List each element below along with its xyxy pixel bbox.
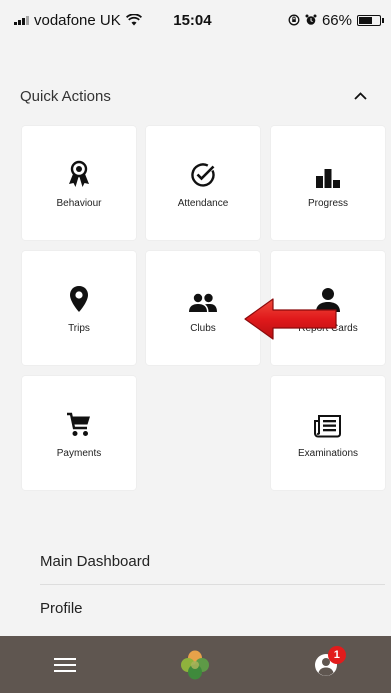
battery-icon xyxy=(357,14,384,26)
clover-logo-icon xyxy=(181,650,210,679)
notification-badge: 1 xyxy=(327,646,346,664)
tile-label: Attendance xyxy=(177,197,229,209)
award-icon xyxy=(67,158,91,188)
section-title: Quick Actions xyxy=(20,87,111,105)
tile-trips[interactable]: Trips xyxy=(22,251,136,365)
chevron-up-icon[interactable] xyxy=(353,89,367,103)
signal-icon xyxy=(14,15,29,25)
wifi-icon xyxy=(125,14,142,26)
bottom-nav-bar: 1 xyxy=(0,636,391,693)
carrier-name: vodafone UK xyxy=(34,11,121,29)
quick-actions-header[interactable]: Quick Actions xyxy=(0,78,391,114)
menu-item-label: Main Dashboard xyxy=(40,552,151,570)
status-left: vodafone UK xyxy=(14,12,142,29)
tile-label: Progress xyxy=(307,197,348,209)
hamburger-icon xyxy=(54,657,77,672)
tile-payments[interactable]: Payments xyxy=(22,376,136,490)
status-right: 66% xyxy=(288,11,384,29)
menu-item-main-dashboard[interactable]: Main Dashboard xyxy=(40,538,385,585)
location-pin-icon xyxy=(69,283,89,313)
menu-list: Main Dashboard Profile xyxy=(40,538,385,632)
tile-behaviour[interactable]: Behaviour xyxy=(22,126,136,240)
home-button[interactable] xyxy=(165,636,225,693)
menu-item-label: Profile xyxy=(40,600,83,617)
tile-label: Behaviour xyxy=(56,197,102,209)
shopping-cart-icon xyxy=(66,408,92,438)
tile-attendance[interactable]: Attendance xyxy=(146,126,260,240)
clock: 15:04 xyxy=(173,11,212,29)
battery-percent: 66% xyxy=(321,11,352,29)
newspaper-icon xyxy=(314,408,342,438)
profile-button[interactable]: 1 xyxy=(296,636,356,693)
check-circle-icon xyxy=(190,158,216,188)
tile-label: Examinations xyxy=(297,447,359,459)
tile-label: Payments xyxy=(56,447,102,459)
tile-examinations[interactable]: Examinations xyxy=(271,376,385,490)
orientation-lock-icon xyxy=(288,14,300,26)
alarm-icon xyxy=(305,14,317,25)
tile-label: Clubs xyxy=(190,322,216,334)
bar-chart-icon xyxy=(315,158,341,188)
status-bar: vodafone UK 15:04 66% xyxy=(0,0,391,40)
menu-button[interactable] xyxy=(35,636,95,693)
group-icon xyxy=(188,283,218,313)
menu-item-profile[interactable]: Profile xyxy=(40,585,385,632)
tile-label: Trips xyxy=(68,322,90,334)
tile-progress[interactable]: Progress xyxy=(271,126,385,240)
red-arrow-annotation xyxy=(244,298,337,340)
